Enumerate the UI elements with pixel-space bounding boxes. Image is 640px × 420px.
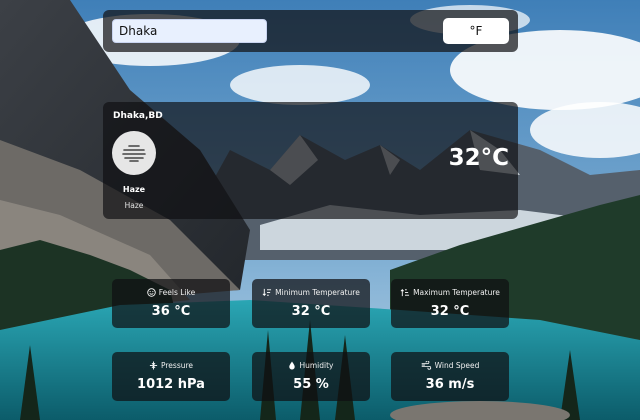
humidity-label: Humidity — [299, 361, 334, 370]
humidity-card: Humidity 55 % — [252, 352, 370, 401]
unit-toggle-button[interactable]: °F — [443, 18, 509, 44]
pressure-card: Pressure 1012 hPa — [112, 352, 230, 401]
city-search-input[interactable] — [112, 19, 267, 43]
max-temperature-value: 32 °C — [430, 304, 470, 319]
location-label: Dhaka,BD — [113, 111, 163, 121]
compress-icon — [149, 361, 158, 370]
wind-speed-card: Wind Speed 36 m/s — [391, 352, 509, 401]
min-temperature-label: Minimum Temperature — [275, 288, 360, 297]
humidity-value: 55 % — [293, 377, 329, 392]
max-temperature-label: Maximum Temperature — [413, 288, 500, 297]
feels-like-label: Feels Like — [158, 288, 196, 297]
temp-down-icon — [262, 288, 272, 297]
smile-icon — [147, 288, 156, 297]
temp-up-icon — [400, 288, 410, 297]
pressure-value: 1012 hPa — [137, 377, 205, 392]
min-temperature-card: Minimum Temperature 32 °C — [252, 279, 370, 328]
pressure-label: Pressure — [160, 361, 194, 370]
wind-speed-label: Wind Speed — [434, 361, 480, 370]
condition-description: Haze — [124, 201, 144, 210]
feels-like-value: 36 °C — [151, 304, 191, 319]
min-temperature-value: 32 °C — [291, 304, 331, 319]
droplet-icon — [288, 361, 296, 370]
feels-like-card: Feels Like 36 °C — [112, 279, 230, 328]
current-temperature: 32°C — [448, 145, 509, 171]
current-weather-panel: Dhaka,BD Haze Haze 32°C — [103, 102, 518, 219]
wind-icon — [421, 361, 432, 370]
max-temperature-card: Maximum Temperature 32 °C — [391, 279, 509, 328]
haze-icon — [112, 131, 156, 175]
wind-speed-value: 36 m/s — [425, 377, 475, 392]
condition-label: Haze — [122, 185, 146, 194]
search-panel: °F — [103, 10, 518, 52]
